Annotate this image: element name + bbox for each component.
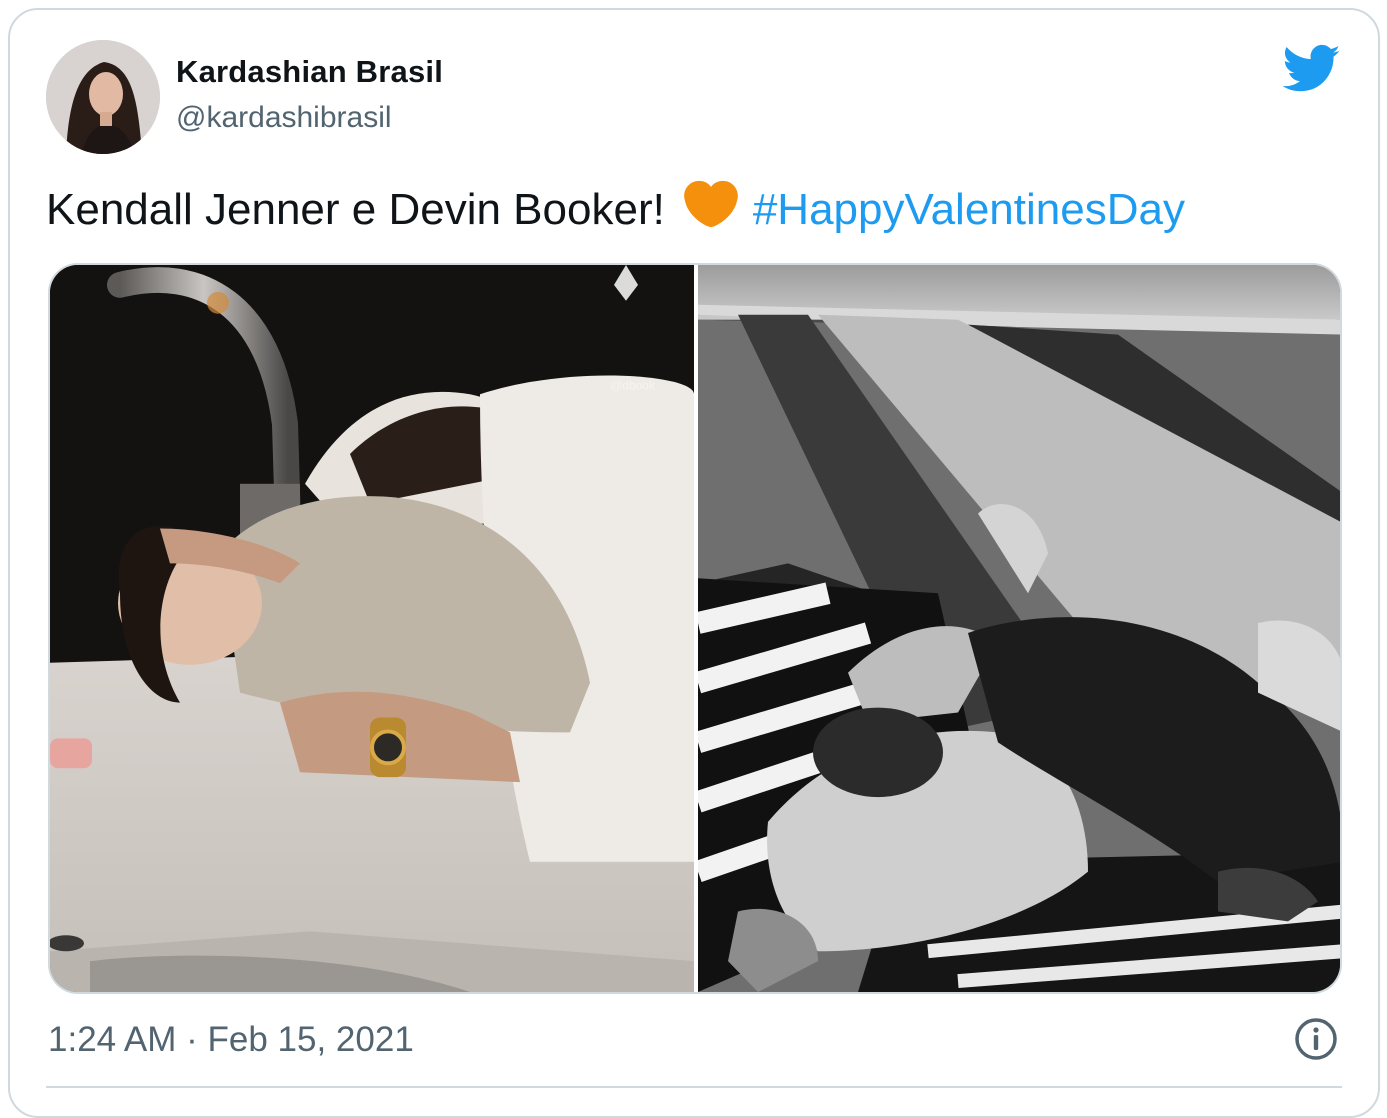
tweet-text-body: Kendall Jenner e Devin Booker! [46, 185, 665, 234]
photo-watermark: @dbook [610, 378, 655, 392]
grass-picnic-blanket-photo[interactable] [698, 265, 1340, 992]
kitchen-counter-hug-photo[interactable]: @dbook [50, 265, 694, 992]
picnic-photo-art [698, 265, 1340, 992]
orange-heart-icon [683, 180, 739, 239]
profile-photo [46, 40, 160, 154]
info-icon[interactable] [1294, 1017, 1338, 1061]
tweet-divider [46, 1086, 1342, 1088]
author-display-name[interactable]: Kardashian Brasil [176, 54, 443, 90]
avatar[interactable] [46, 40, 160, 154]
kitchen-photo-art: @dbook [50, 265, 694, 992]
author-handle[interactable]: @kardashibrasil [176, 101, 392, 135]
twitter-bird-icon[interactable] [1283, 44, 1341, 94]
tweet-timestamp[interactable]: 1:24 AM · Feb 15, 2021 [48, 1020, 414, 1060]
tweet-media-grid: @dbook [48, 263, 1342, 994]
hashtag-link[interactable]: #HappyValentinesDay [753, 185, 1185, 234]
tweet-text: Kendall Jenner e Devin Booker! #HappyVale… [46, 180, 1185, 239]
